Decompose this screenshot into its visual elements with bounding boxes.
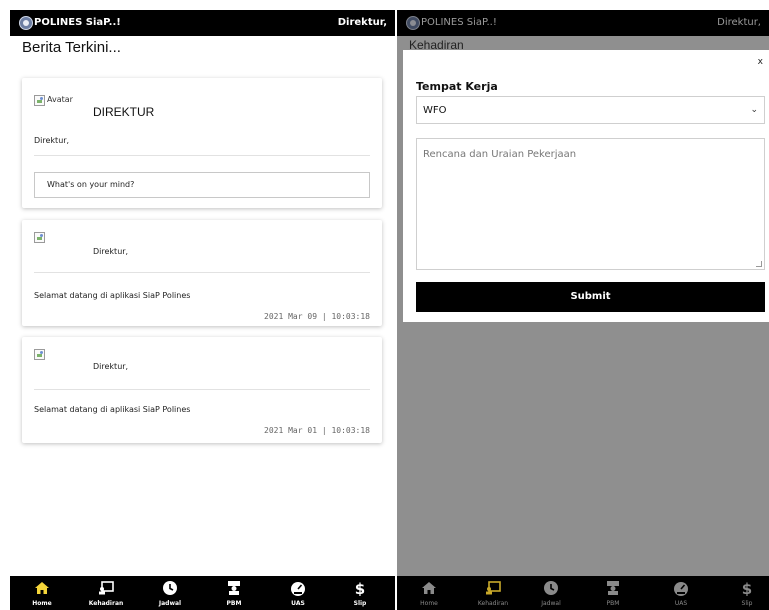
nav-label: Home [420, 600, 438, 607]
clock-icon [544, 581, 558, 595]
nav-label: PBM [226, 600, 242, 607]
post-author: Direktur, [93, 247, 129, 256]
nav-label: PBM [606, 600, 620, 607]
profile-role: Direktur, [34, 136, 70, 145]
app-title: POLINES SiaP..! [421, 17, 497, 28]
submit-button[interactable]: Submit [416, 282, 765, 312]
post-message: Selamat datang di aplikasi SiaP Polines [34, 291, 191, 300]
nav-jadwal[interactable]: Jadwal [150, 576, 190, 610]
bottom-navigation: Home Kehadiran Jadwal PBM UAS $ Slip [10, 576, 395, 610]
bottom-navigation: Home Kehadiran Jadwal PBM UAS $ Slip [397, 576, 769, 610]
avatar-alt-text: Avatar [47, 95, 73, 104]
clock-icon [163, 581, 177, 595]
nav-label: Home [32, 600, 52, 607]
nav-label: Slip [353, 600, 367, 607]
divider [34, 389, 370, 390]
status-post-input[interactable]: What's on your mind? [34, 172, 370, 198]
nav-label: UAS [674, 600, 688, 607]
home-screen: POLINES SiaP..! Direktur, Berita Terkini… [10, 10, 395, 610]
kehadiran-icon [99, 581, 114, 595]
svg-text:$: $ [355, 580, 365, 596]
polines-logo-icon [406, 16, 420, 30]
textarea-placeholder: Rencana dan Uraian Pekerjaan [423, 149, 577, 160]
gauge-icon [674, 582, 688, 596]
close-button[interactable]: x [758, 57, 763, 67]
home-icon [422, 582, 436, 594]
kehadiran-icon [486, 581, 501, 595]
top-bar: POLINES SiaP..! Direktur, [10, 10, 395, 36]
author-broken-image-icon [34, 349, 45, 360]
author-broken-image-icon [34, 232, 45, 243]
profile-card: Avatar DIREKTUR Direktur, What's on your… [22, 78, 382, 208]
page-title: Berita Terkini... [22, 39, 121, 56]
post-message: Selamat datang di aplikasi SiaP Polines [34, 405, 191, 414]
nav-label: Slip [741, 600, 753, 607]
nav-label: Jadwal [158, 600, 182, 607]
attendance-modal: x Tempat Kerja WFO ⌄ Rencana dan Uraian … [403, 50, 769, 322]
work-location-label: Tempat Kerja [416, 80, 498, 93]
app-title: POLINES SiaP..! [34, 17, 121, 28]
chevron-down-icon: ⌄ [750, 105, 758, 115]
nav-pbm[interactable]: PBM [593, 576, 633, 610]
polines-logo-icon [19, 16, 33, 30]
kehadiran-screen: POLINES SiaP..! Direktur, Kehadiran x Te… [397, 10, 769, 610]
news-post: Direktur, Selamat datang di aplikasi Sia… [22, 337, 382, 443]
nav-label: Kehadiran [477, 600, 509, 607]
work-location-select[interactable]: WFO ⌄ [416, 96, 765, 124]
avatar-broken-image-icon [34, 95, 45, 106]
nav-jadwal[interactable]: Jadwal [531, 576, 571, 610]
news-post: Direktur, Selamat datang di aplikasi Sia… [22, 220, 382, 326]
dollar-icon: $ [355, 580, 365, 596]
post-timestamp: 2021 Mar 09 | 10:03:18 [264, 312, 370, 321]
top-bar: POLINES SiaP..! Direktur, [397, 10, 769, 36]
work-plan-textarea[interactable]: Rencana dan Uraian Pekerjaan [416, 138, 765, 270]
nav-kehadiran[interactable]: Kehadiran [82, 576, 130, 610]
nav-kehadiran[interactable]: Kehadiran [469, 576, 517, 610]
pbm-icon [228, 581, 240, 595]
user-name: Direktur, [717, 17, 761, 28]
nav-label: Kehadiran [88, 600, 124, 607]
dollar-icon: $ [742, 580, 752, 596]
profile-name: DIREKTUR [93, 105, 155, 119]
nav-home[interactable]: Home [22, 576, 62, 610]
divider [34, 155, 370, 156]
nav-label: Jadwal [541, 600, 561, 607]
resize-handle-icon[interactable] [756, 261, 762, 267]
pbm-icon [607, 581, 619, 595]
nav-uas[interactable]: UAS [661, 576, 701, 610]
nav-slip[interactable]: $ Slip [727, 576, 767, 610]
nav-slip[interactable]: $ Slip [340, 576, 380, 610]
post-timestamp: 2021 Mar 01 | 10:03:18 [264, 426, 370, 435]
divider [34, 272, 370, 273]
select-value: WFO [423, 105, 447, 116]
user-name[interactable]: Direktur, [338, 17, 387, 28]
gauge-icon [291, 582, 305, 596]
nav-home[interactable]: Home [409, 576, 449, 610]
svg-text:$: $ [742, 580, 752, 596]
post-author: Direktur, [93, 362, 129, 371]
nav-label: UAS [291, 600, 305, 607]
nav-uas[interactable]: UAS [278, 576, 318, 610]
home-icon [35, 582, 49, 594]
nav-pbm[interactable]: PBM [214, 576, 254, 610]
